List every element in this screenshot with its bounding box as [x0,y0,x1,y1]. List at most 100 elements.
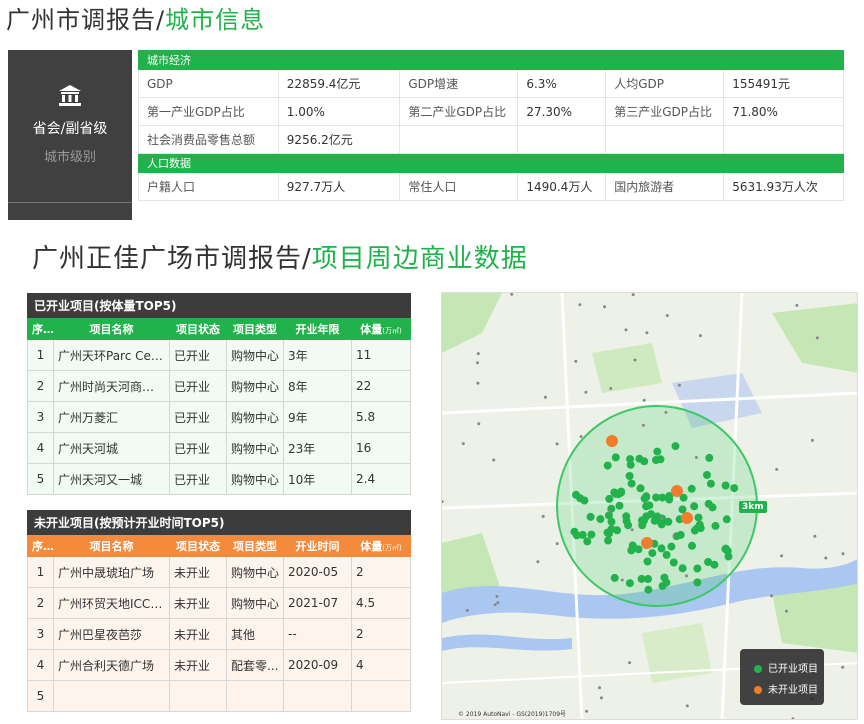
open-project-marker[interactable] [644,585,653,594]
open-project-marker[interactable] [643,557,652,566]
open-project-marker[interactable] [640,457,649,466]
planned-project-marker[interactable] [671,485,683,497]
open-project-marker[interactable] [627,546,636,555]
project-status: 已开业 [169,463,227,495]
open-project-marker[interactable] [583,537,592,546]
open-project-marker[interactable] [636,484,645,493]
project-type: 购物中心 [226,463,284,495]
table-row[interactable]: 3 广州万菱汇 已开业 购物中心 9年 5.8 [27,401,412,433]
table-row[interactable]: 4 广州天河城 已开业 购物中心 23年 16 [27,432,412,464]
open-project-marker[interactable] [587,530,596,539]
open-project-marker[interactable] [704,499,713,508]
open-project-marker[interactable] [693,578,702,587]
open-project-marker[interactable] [688,541,696,550]
table-row[interactable]: 2 广州时尚天河商业... 已开业 购物中心 8年 22 [27,370,412,402]
open-project-marker[interactable] [611,453,620,462]
open-project-marker[interactable] [710,560,719,569]
open-project-marker[interactable] [721,544,730,553]
open-project-marker[interactable] [648,549,657,558]
open-project-marker[interactable] [722,515,731,524]
table-row[interactable]: 3 广州巴星夜芭莎 未开业 其他 -- 2 [27,618,412,650]
open-project-marker[interactable] [652,456,660,464]
planned-project-marker[interactable] [606,435,618,447]
map-poi-dot [543,395,547,399]
open-project-marker[interactable] [625,579,634,588]
open-project-marker[interactable] [669,558,678,567]
open-project-marker[interactable] [711,521,720,530]
green-dot-icon [754,665,762,673]
open-project-marker[interactable] [613,526,622,535]
map-legend: 已开业项目 未开业项目 [740,649,824,705]
open-project-marker[interactable] [615,501,624,510]
open-project-marker[interactable] [642,502,651,511]
surrounding-map[interactable]: 3km © 2019 AutoNavi - GS(2019)1709号 已开业项… [441,292,858,720]
open-project-marker[interactable] [678,564,687,573]
open-project-marker[interactable] [625,472,634,480]
project-type: 配套零... [226,649,284,681]
open-project-marker[interactable] [653,447,662,456]
tertiary-industry-value: 71.80% [723,97,844,126]
table-row[interactable]: 5 广州天河又一城 已开业 购物中心 10年 2.4 [27,463,412,495]
planned-project-marker[interactable] [641,537,653,549]
open-project-marker[interactable] [721,481,730,490]
open-project-marker[interactable] [634,545,643,554]
open-project-marker[interactable] [667,542,676,551]
open-years: 10年 [283,463,352,495]
project-status: 已开业 [169,370,227,402]
open-project-marker[interactable] [662,550,671,559]
open-project-marker[interactable] [572,490,580,499]
open-project-marker[interactable] [605,494,614,503]
open-project-marker[interactable] [617,488,625,497]
city-level-value: 省会/副省级 [32,121,108,137]
open-project-marker[interactable] [604,536,613,545]
row-number: 3 [27,618,54,650]
empty-cell [399,125,519,154]
open-project-marker[interactable] [642,492,651,501]
row-number: 4 [27,432,54,464]
row-number: 1 [27,339,54,371]
title-highlight: 项目周边商业数据 [311,244,528,274]
table-row[interactable]: 2 广州环贸天地ICC ... 未开业 购物中心 2021-07 4.5 [27,587,412,619]
open-project-marker[interactable] [671,442,680,451]
planned-project-marker[interactable] [681,512,693,524]
open-project-marker[interactable] [657,544,666,553]
open-project-marker[interactable] [650,516,659,525]
open-project-marker[interactable] [627,479,636,488]
planned-projects-table: 未开业项目(按预计开业时间TOP5) 序号 项目名称 项目状态 项目类型 开业时… [26,510,412,712]
table-row[interactable]: 5 [27,680,412,712]
open-project-marker[interactable] [693,564,702,573]
open-project-marker[interactable] [658,493,667,502]
open-project-marker[interactable] [690,502,699,511]
open-project-marker[interactable] [687,484,696,493]
map-poi-dot [815,336,819,340]
open-project-marker[interactable] [664,517,673,526]
open-project-marker[interactable] [626,455,635,464]
open-project-marker[interactable] [706,479,715,488]
open-project-marker[interactable] [724,552,733,561]
open-project-marker[interactable] [644,575,652,583]
table-row[interactable]: 4 广州合利天德广场 未开业 配套零... 2020-09 4 [27,649,412,681]
project-status: 未开业 [169,556,227,588]
open-project-marker[interactable] [586,512,595,521]
open-project-marker[interactable] [694,513,703,522]
open-project-marker[interactable] [570,527,579,536]
open-years: 8年 [283,370,352,402]
open-project-marker[interactable] [703,471,711,479]
open-project-marker[interactable] [610,573,619,582]
open-project-marker[interactable] [705,453,714,462]
open-project-marker[interactable] [660,573,669,582]
table-row[interactable]: 1 广州中晟琥珀广场 未开业 购物中心 2020-05 2 [27,556,412,588]
map-poi-dot [841,552,845,556]
open-project-marker[interactable] [678,505,687,514]
open-project-marker[interactable] [730,484,739,493]
open-project-marker[interactable] [603,461,612,470]
open-project-marker[interactable] [695,520,704,529]
project-name: 广州天河又一城 [53,463,170,495]
open-project-marker[interactable] [640,516,648,525]
table-row[interactable]: 1 广州天环Parc Cen... 已开业 购物中心 3年 11 [27,339,412,371]
tertiary-industry-label: 第三产业GDP占比 [605,97,725,126]
open-project-marker[interactable] [622,517,631,526]
open-project-marker[interactable] [596,515,605,524]
map-poi-dot [810,438,814,442]
map-poi-dot [584,390,588,394]
